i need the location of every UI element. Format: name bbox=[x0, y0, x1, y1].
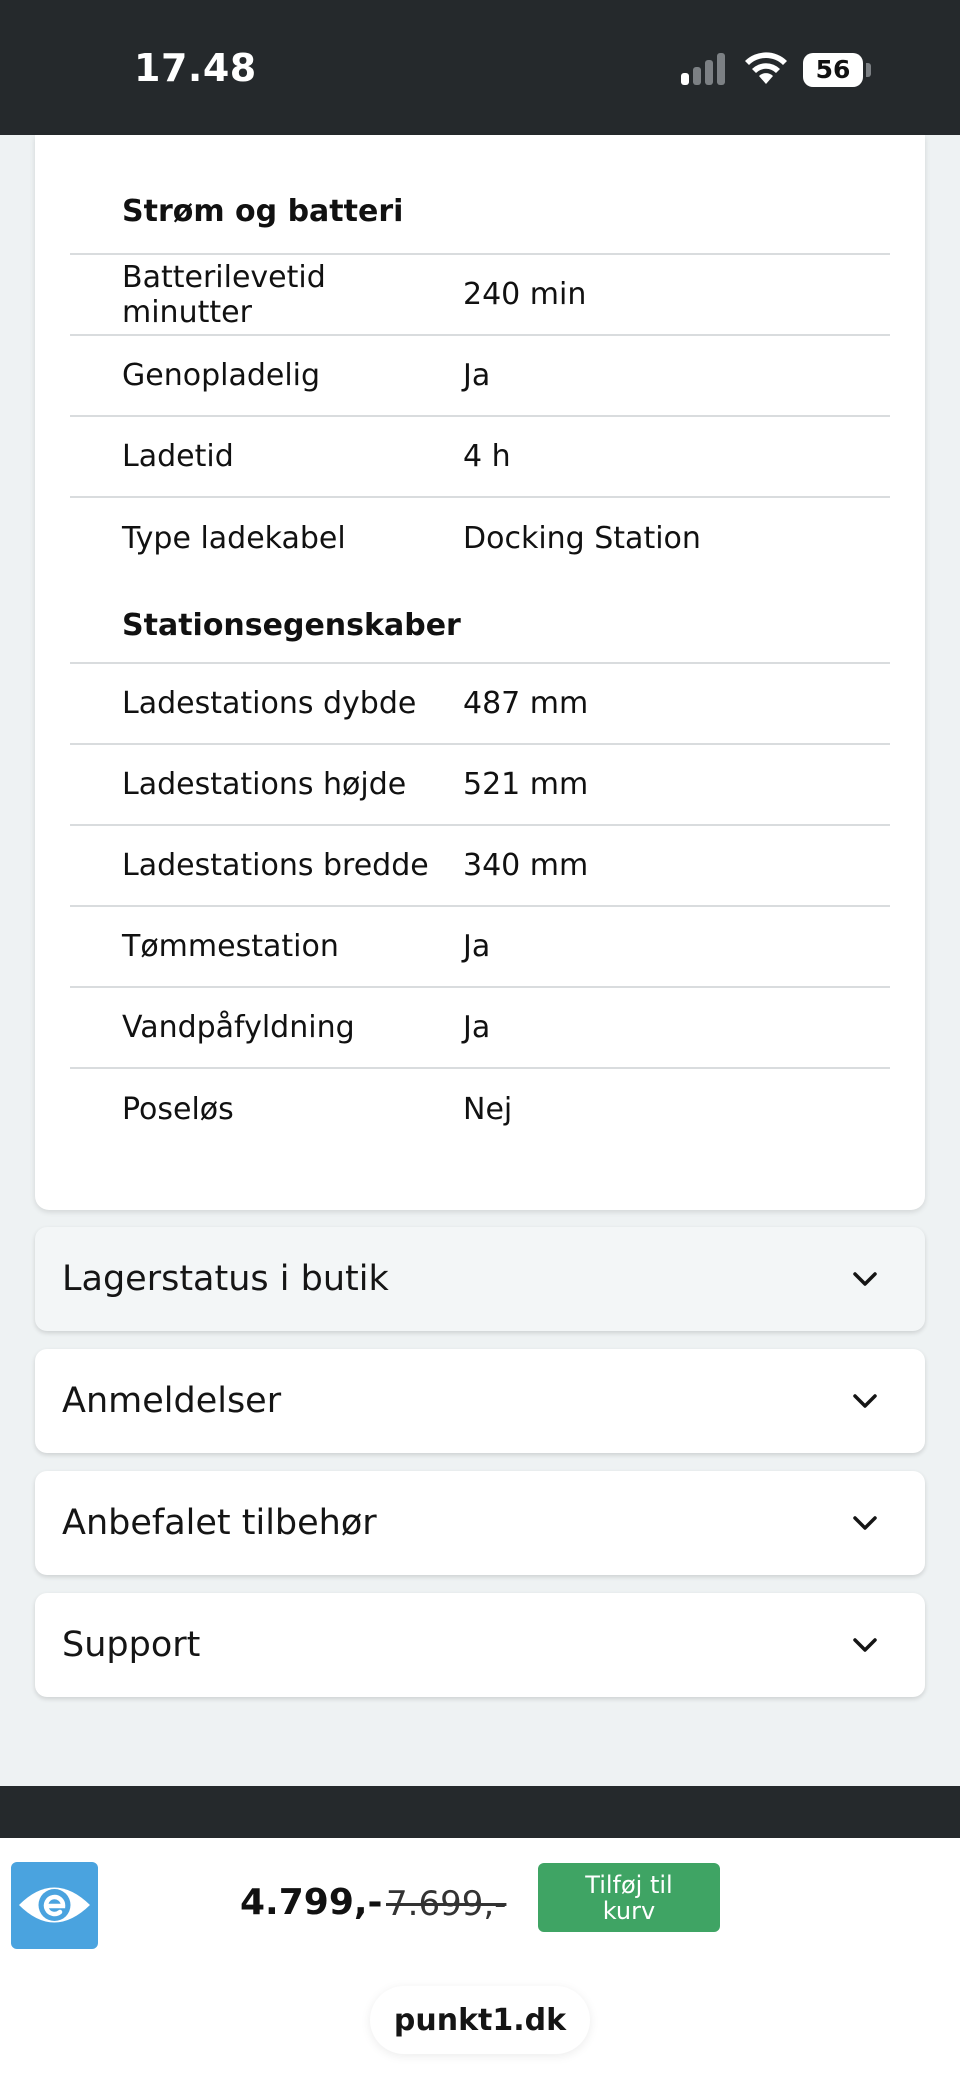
wifi-icon bbox=[745, 52, 787, 84]
site-footer bbox=[0, 1786, 960, 1838]
spec-value: Nej bbox=[463, 1092, 513, 1127]
specifications-card: Strøm og batteri Batterilevetid minutter… bbox=[35, 135, 925, 1210]
spec-row: Ladestations højde 521 mm bbox=[70, 745, 890, 826]
status-time: 17.48 bbox=[134, 46, 257, 90]
accordion-label: Anbefalet tilbehør bbox=[62, 1503, 377, 1543]
e-mark-logo-icon[interactable] bbox=[11, 1862, 98, 1949]
spec-row: Ladestations bredde 340 mm bbox=[70, 826, 890, 907]
spec-group-title: Strøm og batteri bbox=[70, 135, 890, 255]
accordion-lagerstatus[interactable]: Lagerstatus i butik bbox=[35, 1227, 925, 1331]
spec-row: Vandpåfyldning Ja bbox=[70, 988, 890, 1069]
original-price: 7.699,- bbox=[386, 1884, 507, 1924]
chevron-down-icon bbox=[853, 1516, 877, 1530]
spec-row: Ladetid 4 h bbox=[70, 417, 890, 498]
accordion-label: Lagerstatus i butik bbox=[62, 1259, 389, 1299]
spec-row: Batterilevetid minutter 240 min bbox=[70, 255, 890, 336]
accordion-support[interactable]: Support bbox=[35, 1593, 925, 1697]
chevron-down-icon bbox=[853, 1394, 877, 1408]
spec-label: Ladestations bredde bbox=[122, 848, 429, 883]
current-price: 4.799,- bbox=[240, 1882, 383, 1923]
spec-value: Ja bbox=[463, 929, 491, 964]
spec-group-title: Stationsegenskaber bbox=[70, 579, 890, 664]
purchase-bar: 4.799,- 7.699,- Tilføj til kurv punkt1.d… bbox=[0, 1838, 960, 2086]
specifications-table: Strøm og batteri Batterilevetid minutter… bbox=[70, 135, 890, 1150]
spec-label: Type ladekabel bbox=[122, 521, 346, 556]
spec-value: Docking Station bbox=[463, 521, 701, 556]
accordion-anmeldelser[interactable]: Anmeldelser bbox=[35, 1349, 925, 1453]
cellular-signal-icon bbox=[681, 53, 731, 85]
spec-label: Genopladelig bbox=[122, 358, 321, 393]
spec-label: Batterilevetid minutter bbox=[122, 259, 326, 330]
spec-row: Type ladekabel Docking Station bbox=[70, 498, 890, 579]
battery-tip bbox=[866, 63, 871, 77]
spec-row: Genopladelig Ja bbox=[70, 336, 890, 417]
status-bar: 17.48 56 bbox=[0, 0, 960, 135]
chevron-down-icon bbox=[853, 1272, 877, 1286]
spec-label: Ladestations højde bbox=[122, 767, 407, 802]
spec-value: Ja bbox=[463, 1010, 491, 1045]
spec-label: Poseløs bbox=[122, 1092, 234, 1127]
spec-row: Poseløs Nej bbox=[70, 1069, 890, 1150]
spec-value: 4 h bbox=[463, 439, 511, 474]
spec-label: Ladestations dybde bbox=[122, 686, 417, 721]
spec-value: 340 mm bbox=[463, 848, 589, 883]
accordion-label: Support bbox=[62, 1625, 201, 1665]
battery-indicator: 56 bbox=[803, 53, 863, 87]
accordion-label: Anmeldelser bbox=[62, 1381, 282, 1421]
spec-row: Ladestations dybde 487 mm bbox=[70, 664, 890, 745]
spec-value: 487 mm bbox=[463, 686, 589, 721]
spec-label: Tømmestation bbox=[122, 929, 339, 964]
accordion-anbefalet-tilbehoer[interactable]: Anbefalet tilbehør bbox=[35, 1471, 925, 1575]
spec-label: Ladetid bbox=[122, 439, 234, 474]
spec-value: 240 min bbox=[463, 277, 587, 312]
spec-value: 521 mm bbox=[463, 767, 589, 802]
spec-label: Vandpåfyldning bbox=[122, 1010, 355, 1045]
spec-row: Tømmestation Ja bbox=[70, 907, 890, 988]
spec-value: Ja bbox=[463, 358, 491, 393]
add-to-cart-button[interactable]: Tilføj til kurv bbox=[538, 1863, 720, 1932]
browser-url-bar[interactable]: punkt1.dk bbox=[370, 1986, 590, 2054]
chevron-down-icon bbox=[853, 1638, 877, 1652]
